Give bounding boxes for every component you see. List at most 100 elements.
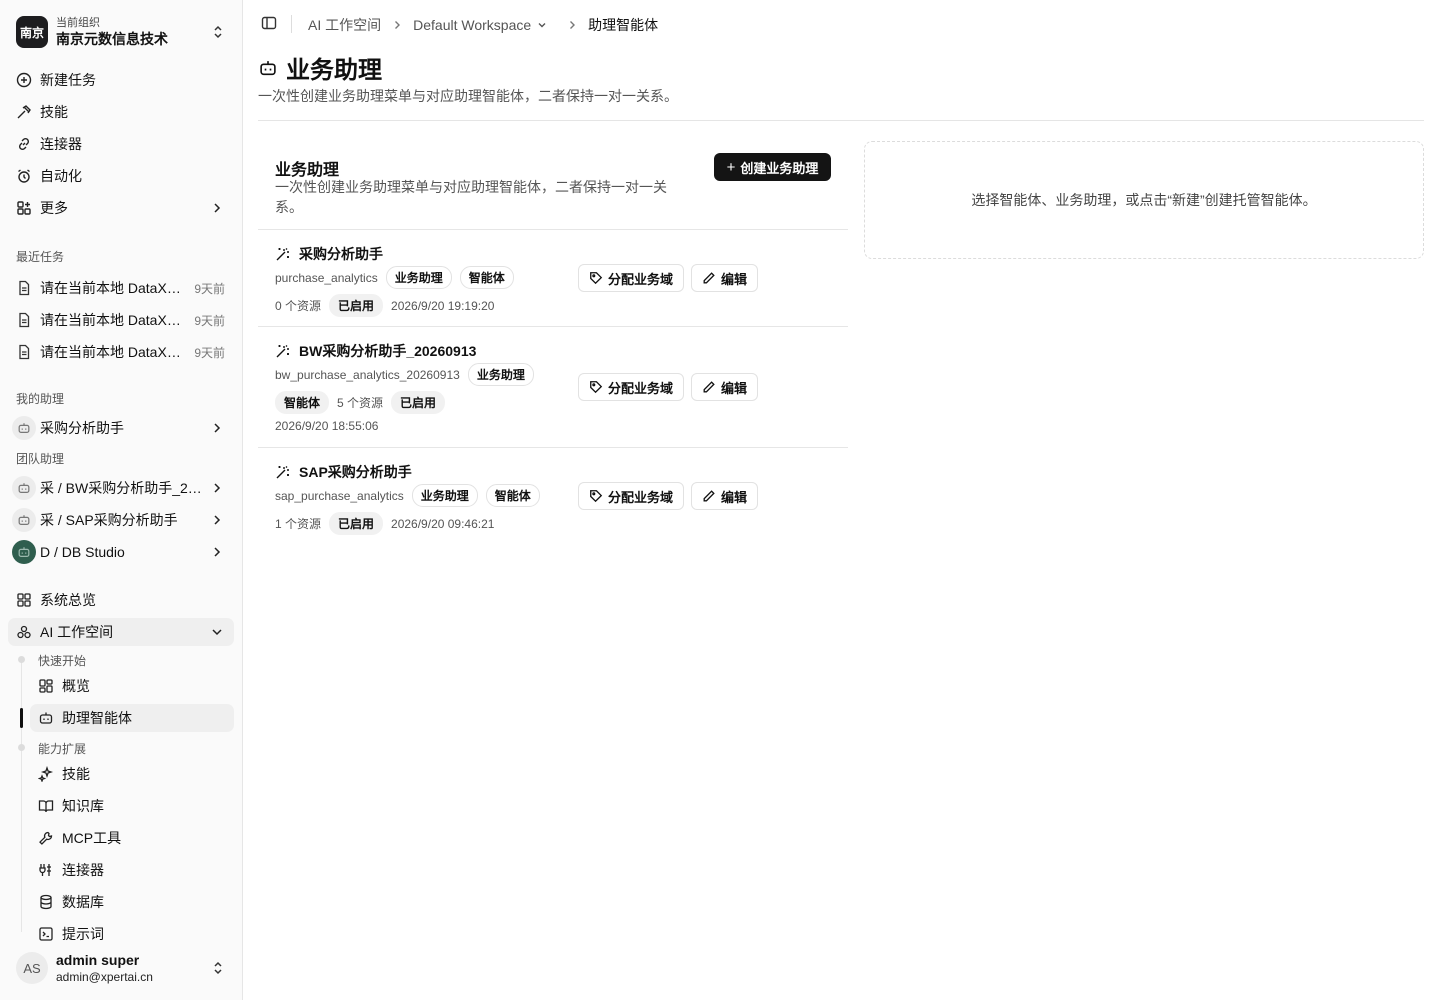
recent-task-item[interactable]: 请在当前本地 DataXp… 9天前 [8, 306, 234, 334]
updated-time: 2026/9/20 18:55:06 [275, 419, 379, 433]
edit-label: 编辑 [721, 489, 748, 505]
recent-task-item[interactable]: 请在当前本地 DataXp… 9天前 [8, 338, 234, 366]
assistant-card[interactable]: BW采购分析助手_20260913 bw_purchase_analytics_… [258, 326, 848, 448]
document-icon [16, 280, 32, 296]
prompt-icon [38, 926, 54, 942]
nav-automation-label: 自动化 [40, 168, 82, 184]
assign-domain-button[interactable]: 分配业务域 [578, 482, 685, 510]
nav-new-task-label: 新建任务 [40, 72, 96, 88]
bot-icon [12, 476, 36, 500]
nav-overview[interactable]: 概览 [30, 672, 234, 700]
divider [291, 15, 292, 33]
team-assistant-item[interactable]: 采 / SAP采购分析助手 [8, 506, 234, 534]
team-assistant-name: D / DB Studio [40, 544, 125, 560]
team-assistant-item[interactable]: D / DB Studio [8, 538, 234, 566]
status-badge: 已启用 [329, 294, 384, 317]
user-name: admin super [56, 952, 140, 968]
nav-mcp[interactable]: MCP工具 [30, 824, 234, 852]
nav-knowledge-label: 知识库 [62, 798, 104, 814]
recent-task-time: 9天前 [194, 281, 225, 296]
edit-button[interactable]: 编辑 [691, 482, 759, 510]
org-name: 南京元数信息技术 [56, 31, 168, 47]
create-assistant-button[interactable]: + 创建业务助理 [714, 153, 831, 181]
magic-wand-icon [275, 246, 291, 262]
page-title: 业务助理 [286, 57, 382, 84]
assistant-code: sap_purchase_analytics [275, 488, 404, 503]
edit-button[interactable]: 编辑 [691, 264, 759, 292]
nav-skills[interactable]: 技能 [8, 98, 234, 126]
nav-sub-connectors[interactable]: 连接器 [30, 856, 234, 884]
nav-skills-label: 技能 [40, 104, 68, 120]
assistant-name: BW采购分析助手_20260913 [299, 343, 477, 359]
nav-sub-skills-label: 技能 [62, 766, 90, 782]
nav-ai-workspace[interactable]: AI 工作空间 [8, 618, 234, 646]
updated-time: 2026/9/20 19:19:20 [391, 298, 495, 313]
breadcrumb-workspace-dropdown[interactable]: Default Workspace [413, 17, 548, 33]
nav-connectors[interactable]: 连接器 [8, 130, 234, 158]
breadcrumb: AI 工作空间 Default Workspace 助理智能体 [308, 15, 658, 35]
chevron-right-icon [210, 481, 224, 495]
document-icon [16, 312, 32, 328]
chevron-down-icon [210, 625, 224, 639]
edit-label: 编辑 [721, 380, 748, 396]
team-assistant-item[interactable]: 采 / BW采购分析助手_2… [8, 474, 234, 502]
quick-start-label: 快速开始 [38, 654, 87, 668]
assistant-card[interactable]: 采购分析助手 purchase_analytics 业务助理 智能体 0 个资源… [258, 229, 848, 327]
resource-count: 1 个资源 [275, 517, 322, 531]
nav-more[interactable]: 更多 [8, 194, 234, 222]
recent-task-time: 9天前 [194, 345, 225, 360]
nav-sub-skills[interactable]: 技能 [30, 760, 234, 788]
resource-count: 0 个资源 [275, 299, 322, 313]
pencil-icon [702, 489, 716, 503]
nav-overview-label: 概览 [62, 678, 90, 694]
assistant-card[interactable]: SAP采购分析助手 sap_purchase_analytics 业务助理 智能… [258, 447, 848, 543]
assistant-code: purchase_analytics [275, 270, 378, 285]
assign-domain-button[interactable]: 分配业务域 [578, 264, 685, 292]
sidebar: 南京 当前组织 南京元数信息技术 新建任务 技能 连接器 自动化 更多 最近任务… [0, 0, 243, 1000]
edit-button[interactable]: 编辑 [691, 373, 759, 401]
type-badge: 智能体 [459, 266, 514, 289]
bot-icon [12, 416, 36, 440]
breadcrumb-workspace: Default Workspace [413, 17, 532, 33]
breadcrumb-root[interactable]: AI 工作空间 [308, 15, 381, 35]
user-email: admin@xpertai.cn [56, 970, 153, 984]
nav-database[interactable]: 数据库 [30, 888, 234, 916]
workspace-icon [16, 624, 32, 640]
active-indicator [20, 708, 23, 728]
nav-database-label: 数据库 [62, 894, 104, 910]
org-switcher[interactable]: 南京 当前组织 南京元数信息技术 [8, 10, 234, 54]
chevron-down-icon [536, 19, 548, 31]
nav-knowledge[interactable]: 知识库 [30, 792, 234, 820]
chevron-right-icon [210, 201, 224, 215]
nav-connectors-label: 连接器 [40, 136, 82, 152]
my-assistant-item[interactable]: 采购分析助手 [8, 414, 234, 442]
my-assistant-name: 采购分析助手 [40, 420, 124, 436]
assistant-name: SAP采购分析助手 [299, 464, 412, 480]
bot-icon [12, 540, 36, 564]
my-assistants-label: 我的助理 [16, 392, 65, 406]
nav-mcp-label: MCP工具 [62, 830, 122, 846]
nav-ai-workspace-label: AI 工作空间 [40, 624, 114, 640]
nav-system-overview[interactable]: 系统总览 [8, 586, 234, 614]
magic-wand-icon [275, 464, 291, 480]
nav-automation[interactable]: 自动化 [8, 162, 234, 190]
alarm-clock-icon [16, 168, 32, 184]
nav-system-overview-label: 系统总览 [40, 592, 96, 608]
plug-icon [38, 862, 54, 878]
org-subtitle: 当前组织 [56, 17, 100, 29]
type-badge: 业务助理 [411, 484, 478, 507]
nav-assistant-agents[interactable]: 助理智能体 [30, 704, 234, 732]
recent-task-title: 请在当前本地 DataXp… [40, 280, 186, 296]
magic-wand-icon [275, 343, 291, 359]
bot-icon [258, 58, 278, 78]
recent-task-item[interactable]: 请在当前本地 DataXp… 9天前 [8, 274, 234, 302]
nav-new-task[interactable]: 新建任务 [8, 66, 234, 94]
hammer-icon [16, 104, 32, 120]
org-logo: 南京 [16, 16, 48, 48]
capabilities-label: 能力扩展 [38, 742, 87, 756]
sidebar-toggle-icon[interactable] [261, 15, 277, 31]
user-menu[interactable]: AS admin super admin@xpertai.cn [8, 944, 234, 992]
assign-domain-button[interactable]: 分配业务域 [578, 373, 685, 401]
assign-domain-label: 分配业务域 [608, 380, 674, 396]
type-badge: 智能体 [485, 484, 540, 507]
